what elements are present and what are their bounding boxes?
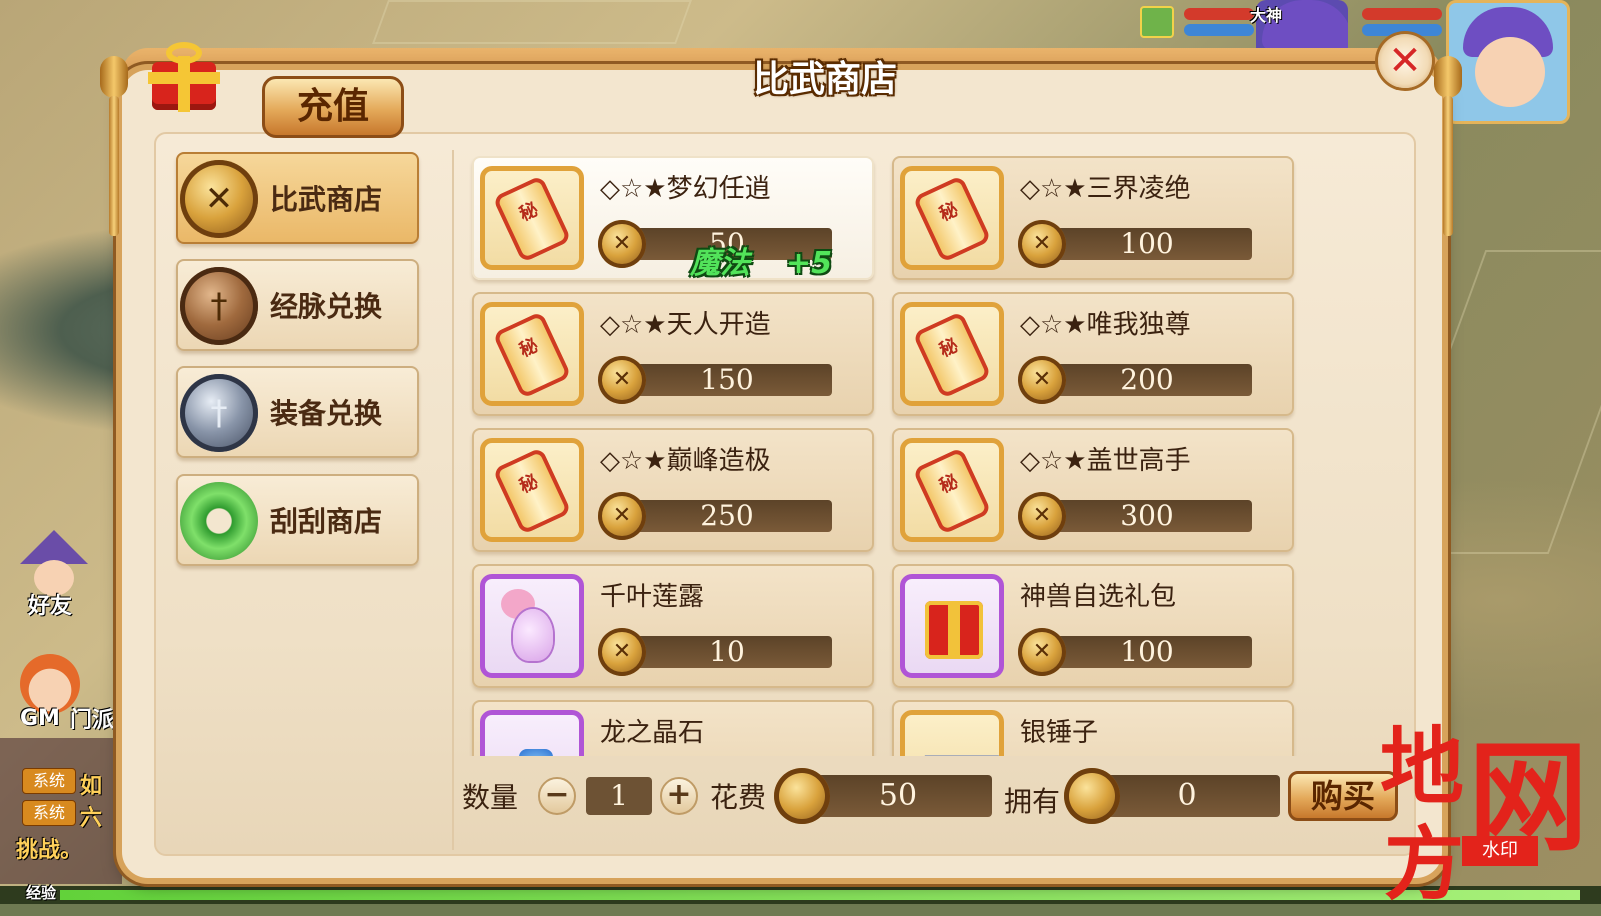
pvp-coin-icon: ✕	[1018, 220, 1066, 268]
item-name: 龙之晶石	[600, 718, 705, 748]
gold-scroll-icon: 秘	[900, 166, 1004, 270]
owned-label: 拥有	[1004, 785, 1061, 818]
item-name: 银锤子	[1020, 718, 1099, 748]
buff-icon[interactable]	[1140, 6, 1174, 38]
pvp-coin-icon: ✕	[598, 356, 646, 404]
cost-coin-icon	[774, 768, 830, 824]
sidebar-item-equipment-exchange[interactable]: † 装备兑换	[176, 366, 419, 458]
gift-box-icon	[900, 574, 1004, 678]
shop-item[interactable]: 秘 ◇☆★天人开造 ✕ 150	[472, 292, 874, 416]
item-price: 200	[1042, 364, 1252, 396]
shop-item[interactable]: 银锤子	[892, 700, 1294, 756]
quantity-label: 数量	[462, 781, 519, 814]
player-name-tag: 大神	[1250, 6, 1283, 25]
quantity-value[interactable]: 1	[586, 777, 652, 815]
close-icon: ✕	[1388, 38, 1422, 84]
shop-item-list[interactable]: 秘 ◇☆★梦幻任逍 ✕ 50 魔法 +5 秘 ◇☆★三界凌绝 ✕ 100 秘 ◇☆…	[456, 150, 1316, 756]
shop-item[interactable]: 秘 ◇☆★巅峰造极 ✕ 250	[472, 428, 874, 552]
experience-label: 经验	[26, 884, 57, 902]
bronze-sword-coin-icon: †	[180, 267, 258, 345]
item-price: 100	[1042, 636, 1252, 668]
gift-icon[interactable]	[148, 40, 220, 112]
silver-ingot-icon	[900, 710, 1004, 756]
gold-scroll-icon: 秘	[480, 438, 584, 542]
chat-text: 挑战。	[16, 838, 83, 863]
sidebar-item-scratch-shop[interactable]: 刮刮商店	[176, 474, 419, 566]
sidebar-item-label: 刮刮商店	[270, 505, 383, 538]
crossed-swords-gold-coin-icon: ✕	[180, 160, 258, 238]
floating-stat-value: +5	[786, 246, 833, 281]
watermark-char: 方	[1384, 817, 1464, 911]
item-name: ◇☆★天人开造	[600, 310, 771, 340]
watermark-tag: 水印	[1462, 836, 1538, 866]
friends-button[interactable]: 好友	[8, 530, 98, 620]
pvp-coin-icon: ✕	[1018, 628, 1066, 676]
sidebar-item-label: 经脉兑换	[270, 290, 383, 323]
item-price: 250	[622, 500, 832, 532]
system-badge: 系统	[22, 800, 76, 826]
gold-scroll-icon: 秘	[480, 166, 584, 270]
floating-stat-name: 魔法	[690, 246, 750, 281]
pet-mp-bar	[1184, 24, 1254, 36]
shop-title: 比武商店	[752, 59, 897, 100]
pvp-coin-icon: ✕	[598, 628, 646, 676]
shop-item[interactable]: 龙之晶石	[472, 700, 874, 756]
shop-item[interactable]: 神兽自选礼包 ✕ 100	[892, 564, 1294, 688]
owned-value: 0	[1094, 775, 1280, 817]
item-name: ◇☆★梦幻任逍	[600, 174, 771, 204]
panel-divider	[452, 150, 454, 850]
decrease-quantity-button[interactable]: −	[538, 777, 576, 815]
pet-hp-bar	[1184, 8, 1254, 20]
system-badge: 系统	[22, 768, 76, 794]
experience-bar: 经验	[0, 884, 1601, 904]
item-name: ◇☆★巅峰造极	[600, 446, 771, 476]
pvp-coin-icon: ✕	[1018, 492, 1066, 540]
faction-label: 门派	[70, 708, 115, 733]
floor-tile	[371, 0, 693, 44]
shop-item[interactable]: 秘 ◇☆★三界凌绝 ✕ 100	[892, 156, 1294, 280]
chat-panel[interactable]: 系统 如 系统 六 挑战。	[0, 738, 122, 884]
gold-scroll-icon: 秘	[480, 302, 584, 406]
recharge-button[interactable]: 充值	[262, 76, 404, 138]
item-name: ◇☆★唯我独尊	[1020, 310, 1191, 340]
cost-label: 花费	[710, 781, 767, 814]
gold-scroll-icon: 秘	[900, 438, 1004, 542]
sidebar-item-label: 装备兑换	[270, 397, 383, 430]
owned-coin-icon	[1064, 768, 1120, 824]
floating-stat-text: 魔法 +5	[690, 238, 832, 282]
pvp-coin-icon: ✕	[1018, 356, 1066, 404]
shop-item[interactable]: 秘 ◇☆★梦幻任逍 ✕ 50 魔法 +5	[472, 156, 874, 282]
item-price: 100	[1042, 228, 1252, 260]
sidebar-item-meridian-exchange[interactable]: † 经脉兑换	[176, 259, 419, 351]
player-hp-bar	[1362, 8, 1442, 20]
increase-quantity-button[interactable]: +	[660, 777, 698, 815]
item-name: 神兽自选礼包	[1020, 582, 1177, 612]
sidebar-item-label: 比武商店	[270, 183, 383, 216]
chat-text: 如	[80, 774, 103, 799]
dragon-crystal-icon	[480, 710, 584, 756]
friends-label: 好友	[28, 594, 73, 619]
chat-text: 六	[80, 806, 103, 831]
pvp-coin-icon: ✕	[598, 220, 646, 268]
gm-label: GM	[20, 706, 60, 731]
jade-disc-icon	[180, 482, 258, 560]
cost-value: 50	[804, 775, 992, 817]
experience-fill	[60, 890, 1580, 900]
shop-item[interactable]: 秘 ◇☆★唯我独尊 ✕ 200	[892, 292, 1294, 416]
pvp-coin-icon: ✕	[598, 492, 646, 540]
silver-sword-coin-icon: †	[180, 374, 258, 452]
sidebar-item-pvp-shop[interactable]: ✕ 比武商店	[176, 152, 419, 244]
item-price: 300	[1042, 500, 1252, 532]
gold-scroll-icon: 秘	[900, 302, 1004, 406]
shop-item[interactable]: 千叶莲露 ✕ 10	[472, 564, 874, 688]
item-name: ◇☆★盖世高手	[1020, 446, 1191, 476]
item-price: 10	[622, 636, 832, 668]
lotus-vase-icon	[480, 574, 584, 678]
item-price: 150	[622, 364, 832, 396]
straw-hat-icon	[20, 530, 88, 564]
close-button[interactable]: ✕	[1372, 30, 1438, 90]
item-name: 千叶莲露	[600, 582, 705, 612]
shop-item[interactable]: 秘 ◇☆★盖世高手 ✕ 300	[892, 428, 1294, 552]
item-name: ◇☆★三界凌绝	[1020, 174, 1191, 204]
